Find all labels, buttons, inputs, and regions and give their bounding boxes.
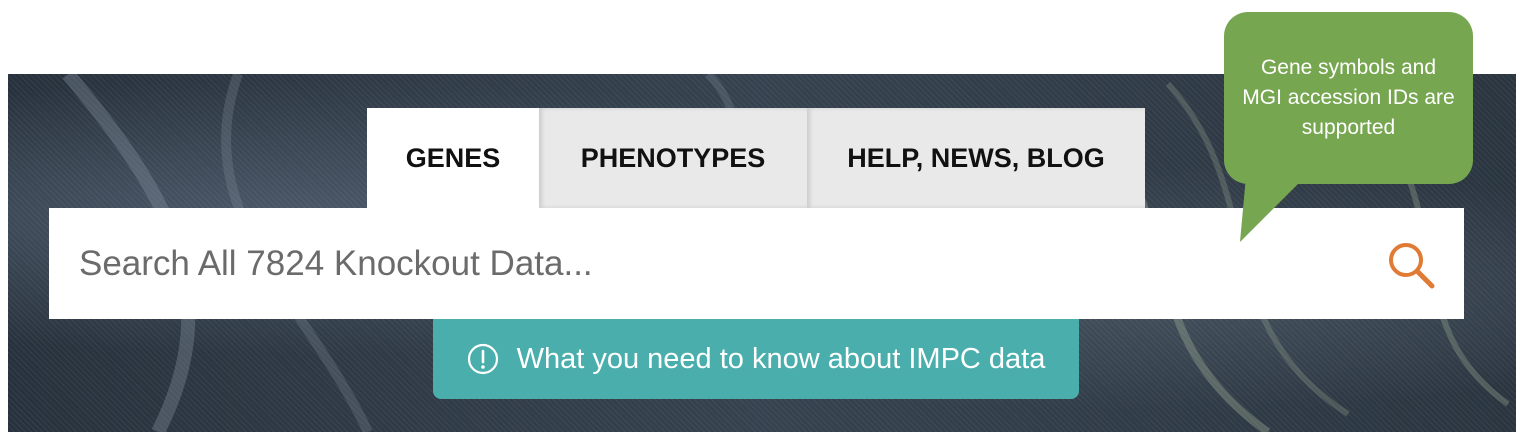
tooltip-line-3: supported bbox=[1301, 116, 1396, 139]
tooltip-line-2: MGI accession IDs are bbox=[1242, 86, 1455, 109]
page: GENES PHENOTYPES HELP, NEWS, BLOG What y… bbox=[0, 0, 1520, 444]
search-icon[interactable] bbox=[1386, 240, 1436, 290]
tab-phenotypes[interactable]: PHENOTYPES bbox=[539, 108, 807, 208]
exclamation-circle-icon bbox=[467, 343, 498, 375]
tab-help-news-blog[interactable]: HELP, NEWS, BLOG bbox=[807, 108, 1145, 208]
impc-data-info-button[interactable]: What you need to know about IMPC data bbox=[433, 319, 1079, 399]
tooltip-line-1: Gene symbols and bbox=[1260, 56, 1437, 79]
tooltip-pointer bbox=[1240, 176, 1306, 242]
info-button-label: What you need to know about IMPC data bbox=[516, 342, 1046, 375]
search-hint-tooltip: Gene symbols and MGI accession IDs are s… bbox=[1224, 12, 1473, 184]
tab-genes[interactable]: GENES bbox=[367, 108, 539, 208]
search-input[interactable] bbox=[77, 232, 1361, 295]
search-tabs: GENES PHENOTYPES HELP, NEWS, BLOG bbox=[367, 108, 1145, 208]
